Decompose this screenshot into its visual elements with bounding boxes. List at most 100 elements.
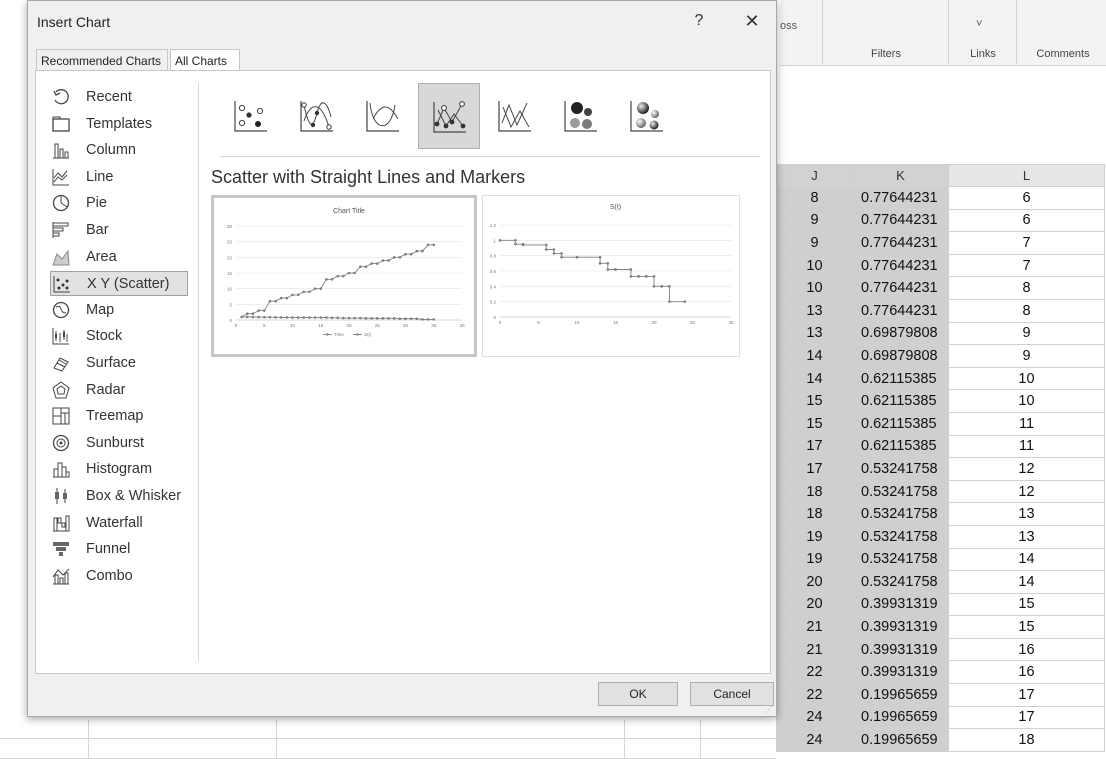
category-templates[interactable]: Templates bbox=[50, 112, 188, 137]
category-combo[interactable]: Combo bbox=[50, 564, 188, 589]
cell-l[interactable]: 17 bbox=[948, 683, 1105, 707]
cell-k[interactable]: 0.62115385 bbox=[852, 366, 949, 391]
cell-j[interactable]: 10 bbox=[776, 276, 853, 300]
category-line[interactable]: Line bbox=[50, 165, 188, 190]
chart-preview-2[interactable]: S(t) 0 0.2 0.4 0.6 0.8 1 1.2 0 5 10 15 20 25 30 bbox=[482, 195, 740, 357]
cell-k[interactable]: 0.19965659 bbox=[852, 705, 949, 730]
cell-l[interactable]: 9 bbox=[948, 344, 1105, 368]
category-waterfall[interactable]: Waterfall bbox=[50, 511, 188, 536]
cell-k[interactable]: 0.77644231 bbox=[852, 186, 949, 210]
cell-k[interactable]: 0.53241758 bbox=[852, 524, 949, 549]
cell-l[interactable]: 17 bbox=[948, 705, 1105, 730]
category-treemap[interactable]: Treemap bbox=[50, 404, 188, 429]
cell-l[interactable]: 15 bbox=[948, 615, 1105, 639]
category-sunburst[interactable]: Sunburst bbox=[50, 431, 188, 456]
cell-l[interactable]: 9 bbox=[948, 321, 1105, 346]
cell-j[interactable]: 20 bbox=[776, 592, 853, 617]
worksheet-grid[interactable]: J K L 8 0.77644231 6 9 0.77644231 6 9 0.7764423… bbox=[776, 164, 1105, 752]
category-scatter[interactable]: X Y (Scatter) bbox=[50, 271, 188, 297]
cell-j[interactable]: 24 bbox=[776, 728, 853, 752]
cell-k[interactable]: 0.39931319 bbox=[852, 660, 949, 685]
cell-l[interactable]: 6 bbox=[948, 186, 1105, 210]
worksheet-grid-below-dialog[interactable] bbox=[0, 720, 776, 759]
category-histogram[interactable]: Histogram bbox=[50, 457, 188, 482]
ok-button[interactable]: OK bbox=[598, 682, 678, 706]
cell-l[interactable]: 15 bbox=[948, 592, 1105, 617]
subtype-scatter-smooth-lines-markers[interactable] bbox=[286, 83, 348, 149]
cell-k[interactable]: 0.77644231 bbox=[852, 298, 949, 323]
subtype-scatter-smooth-lines[interactable] bbox=[352, 83, 414, 149]
cell-k[interactable]: 0.77644231 bbox=[852, 231, 949, 255]
cancel-button[interactable]: Cancel bbox=[690, 682, 774, 706]
category-pie[interactable]: Pie bbox=[50, 191, 188, 216]
cell-l[interactable]: 14 bbox=[948, 570, 1105, 594]
cell-l[interactable]: 16 bbox=[948, 660, 1105, 685]
tab-recommended-charts[interactable]: Recommended Charts bbox=[36, 49, 168, 71]
cell-k[interactable]: 0.62115385 bbox=[852, 389, 949, 413]
cell-j[interactable]: 17 bbox=[776, 434, 853, 459]
cell-j[interactable]: 8 bbox=[776, 186, 853, 210]
cell-k[interactable]: 0.53241758 bbox=[852, 547, 949, 572]
cell-j[interactable]: 17 bbox=[776, 457, 853, 481]
category-stock[interactable]: Stock bbox=[50, 324, 188, 349]
subtype-3d-bubble[interactable] bbox=[616, 83, 678, 149]
cell-l[interactable]: 11 bbox=[948, 434, 1105, 459]
subtype-bubble[interactable] bbox=[550, 83, 612, 149]
tab-all-charts[interactable]: All Charts bbox=[170, 49, 240, 72]
cell-j[interactable]: 19 bbox=[776, 547, 853, 572]
subtype-scatter[interactable] bbox=[220, 83, 282, 149]
category-column[interactable]: Column bbox=[50, 138, 188, 163]
cell-j[interactable]: 14 bbox=[776, 366, 853, 391]
category-map[interactable]: Map bbox=[50, 298, 188, 323]
cell-j[interactable]: 21 bbox=[776, 615, 853, 639]
cell-j[interactable]: 22 bbox=[776, 660, 853, 685]
help-button[interactable]: ? bbox=[688, 10, 710, 32]
close-button[interactable]: ✕ bbox=[740, 9, 764, 33]
cell-k[interactable]: 0.39931319 bbox=[852, 637, 949, 662]
cell-j[interactable]: 9 bbox=[776, 208, 853, 233]
cell-j[interactable]: 13 bbox=[776, 321, 853, 346]
cell-k[interactable]: 0.77644231 bbox=[852, 253, 949, 278]
cell-l[interactable]: 18 bbox=[948, 728, 1105, 752]
subtype-scatter-straight-lines-markers[interactable] bbox=[418, 83, 480, 149]
subtype-scatter-straight-lines[interactable] bbox=[484, 83, 546, 149]
category-area[interactable]: Area bbox=[50, 245, 188, 270]
cell-j[interactable]: 20 bbox=[776, 570, 853, 594]
cell-j[interactable]: 15 bbox=[776, 389, 853, 413]
cell-k[interactable]: 0.39931319 bbox=[852, 592, 949, 617]
cell-j[interactable]: 22 bbox=[776, 683, 853, 707]
links-chevron-icon[interactable]: ˅ bbox=[976, 18, 982, 30]
cell-k[interactable]: 0.77644231 bbox=[852, 208, 949, 233]
cell-k[interactable]: 0.77644231 bbox=[852, 276, 949, 300]
cell-l[interactable]: 12 bbox=[948, 457, 1105, 481]
cell-l[interactable]: 11 bbox=[948, 411, 1105, 436]
cell-j[interactable]: 18 bbox=[776, 479, 853, 504]
cell-j[interactable]: 9 bbox=[776, 231, 853, 255]
cell-k[interactable]: 0.53241758 bbox=[852, 570, 949, 594]
column-header-j[interactable]: J bbox=[776, 164, 853, 187]
cell-l[interactable]: 7 bbox=[948, 253, 1105, 278]
column-header-l[interactable]: L bbox=[948, 164, 1105, 187]
cell-k[interactable]: 0.69879808 bbox=[852, 344, 949, 368]
cell-j[interactable]: 13 bbox=[776, 298, 853, 323]
chart-preview-1[interactable]: Chart Title 0 5 10 15 20 25 30 0 5 10 15 20 25 30 35 40 T… bbox=[211, 195, 477, 357]
cell-l[interactable]: 12 bbox=[948, 479, 1105, 504]
cell-l[interactable]: 14 bbox=[948, 547, 1105, 572]
cell-j[interactable]: 18 bbox=[776, 502, 853, 526]
cell-k[interactable]: 0.19965659 bbox=[852, 728, 949, 752]
category-radar[interactable]: Radar bbox=[50, 378, 188, 403]
cell-l[interactable]: 13 bbox=[948, 502, 1105, 526]
cell-k[interactable]: 0.62115385 bbox=[852, 411, 949, 436]
cell-k[interactable]: 0.53241758 bbox=[852, 457, 949, 481]
column-header-k[interactable]: K bbox=[852, 164, 949, 187]
category-box-whisker[interactable]: Box & Whisker bbox=[50, 484, 188, 509]
category-funnel[interactable]: Funnel bbox=[50, 537, 188, 562]
category-bar[interactable]: Bar bbox=[50, 218, 188, 243]
cell-j[interactable]: 24 bbox=[776, 705, 853, 730]
dialog-titlebar[interactable]: Insert Chart ? ✕ bbox=[28, 1, 776, 41]
cell-k[interactable]: 0.53241758 bbox=[852, 479, 949, 504]
cell-k[interactable]: 0.62115385 bbox=[852, 434, 949, 459]
cell-j[interactable]: 15 bbox=[776, 411, 853, 436]
cell-l[interactable]: 13 bbox=[948, 524, 1105, 549]
cell-l[interactable]: 10 bbox=[948, 366, 1105, 391]
